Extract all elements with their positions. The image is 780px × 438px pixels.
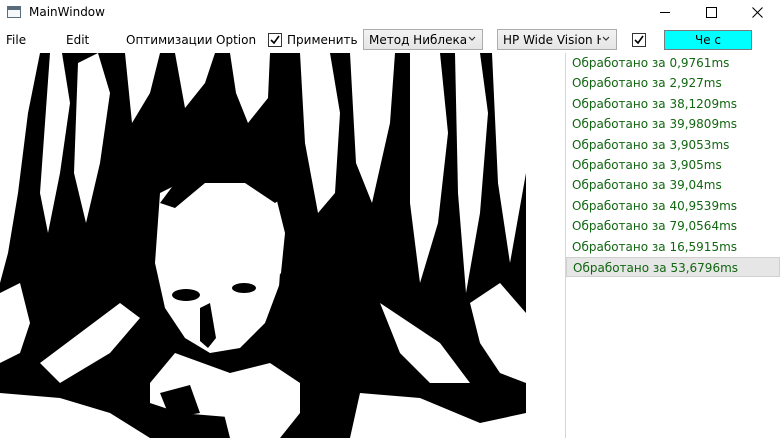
list-item-selected[interactable]: Обработано за 53,6796ms bbox=[566, 256, 780, 278]
menu-option[interactable]: Option bbox=[216, 33, 256, 47]
close-button[interactable] bbox=[734, 0, 780, 25]
memory-button[interactable]: Че с памятью? bbox=[664, 30, 752, 65]
close-icon bbox=[752, 7, 763, 18]
menu-edit[interactable]: Edit bbox=[66, 33, 89, 47]
toolbar: File Edit Оптимизации Option Применить М… bbox=[0, 27, 780, 65]
menu-file[interactable]: File bbox=[6, 33, 26, 47]
list-item[interactable]: Обработано за 3,905ms bbox=[566, 155, 780, 175]
checkmark-icon bbox=[270, 35, 280, 45]
timing-log-list[interactable]: Обработано за 0,9761ms Обработано за 2,9… bbox=[565, 53, 780, 438]
list-item[interactable]: Обработано за 79,0564ms bbox=[566, 216, 780, 236]
window-icon bbox=[7, 6, 21, 18]
list-item[interactable]: Обработано за 39,9809ms bbox=[566, 114, 780, 134]
list-item[interactable]: Обработано за 40,9539ms bbox=[566, 196, 780, 216]
chevron-down-icon bbox=[468, 36, 476, 41]
list-item[interactable]: Обработано за 39,04ms bbox=[566, 175, 780, 195]
apply-checkbox[interactable] bbox=[268, 33, 282, 47]
binarized-frame bbox=[0, 53, 526, 438]
processed-image bbox=[0, 53, 526, 438]
title-bar[interactable]: MainWindow bbox=[0, 0, 780, 25]
minimize-button[interactable] bbox=[642, 0, 688, 25]
window-title: MainWindow bbox=[29, 5, 105, 19]
camera-select-value: HP Wide Vision H bbox=[503, 33, 601, 47]
option-checkbox[interactable] bbox=[632, 33, 646, 47]
menu-optimizations[interactable]: Оптимизации bbox=[126, 33, 212, 47]
chevron-down-icon bbox=[602, 36, 610, 41]
list-item[interactable]: Обработано за 0,9761ms bbox=[566, 53, 780, 73]
list-item[interactable]: Обработано за 2,927ms bbox=[566, 73, 780, 93]
list-item[interactable]: Обработано за 16,5915ms bbox=[566, 237, 780, 257]
list-item[interactable]: Обработано за 38,1209ms bbox=[566, 94, 780, 114]
method-select-value: Метод Ниблека bbox=[369, 33, 467, 47]
checkmark-icon bbox=[634, 35, 644, 45]
list-item[interactable]: Обработано за 3,9053ms bbox=[566, 135, 780, 155]
camera-select[interactable]: HP Wide Vision H bbox=[497, 29, 617, 50]
maximize-button[interactable] bbox=[688, 0, 734, 25]
apply-label: Применить bbox=[287, 33, 358, 47]
method-select[interactable]: Метод Ниблека bbox=[363, 29, 483, 50]
